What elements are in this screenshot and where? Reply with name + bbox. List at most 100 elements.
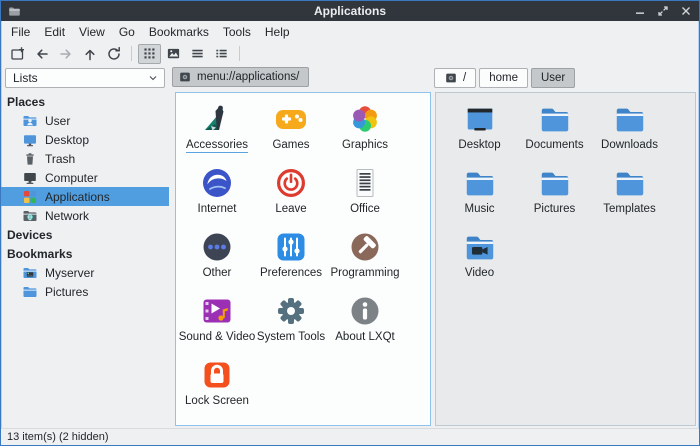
applications-icon <box>22 189 38 205</box>
folder-item-documents[interactable]: Documents <box>517 99 592 163</box>
menu-edit[interactable]: Edit <box>37 23 72 41</box>
folder-item-desktop[interactable]: Desktop <box>442 99 517 163</box>
user-folder-icon <box>22 113 38 129</box>
window-title: Applications <box>1 4 699 18</box>
folder-item-pictures[interactable]: Pictures <box>517 163 592 227</box>
sidebar-item-pictures[interactable]: Pictures <box>1 282 169 301</box>
icon-view-button[interactable] <box>138 44 161 64</box>
thumbnail-view-icon <box>166 46 181 61</box>
folder-item-music[interactable]: Music <box>442 163 517 227</box>
thumbnail-view-button[interactable] <box>162 44 185 64</box>
menu-bookmarks[interactable]: Bookmarks <box>142 23 216 41</box>
up-button[interactable] <box>78 44 101 64</box>
menu-view[interactable]: View <box>72 23 112 41</box>
system-tools-icon <box>273 293 309 329</box>
app-item-other[interactable]: Other <box>180 225 254 289</box>
sidebar-item-desktop[interactable]: Desktop <box>1 130 169 149</box>
desktop-folder-icon <box>463 103 497 137</box>
icon-view-icon <box>142 46 157 61</box>
app-item-sound-video[interactable]: Sound & Video <box>180 289 254 353</box>
toolbar <box>1 42 699 65</box>
breadcrumb-user[interactable]: User <box>531 68 575 88</box>
main-area: Places User Desktop <box>1 90 699 428</box>
menubar: File Edit View Go Bookmarks Tools Help <box>1 21 699 42</box>
chevron-down-icon <box>147 72 159 84</box>
internet-icon <box>199 165 235 201</box>
accessories-icon <box>199 101 235 137</box>
compact-list-view-icon <box>214 46 229 61</box>
server-folder-icon <box>22 265 38 281</box>
back-button[interactable] <box>30 44 53 64</box>
app-item-lock-screen[interactable]: Lock Screen <box>180 353 254 417</box>
status-text: 13 item(s) (2 hidden) <box>7 431 109 443</box>
minimize-button[interactable] <box>634 5 646 17</box>
menu-help[interactable]: Help <box>258 23 297 41</box>
preferences-icon <box>273 229 309 265</box>
breadcrumb-home[interactable]: home <box>479 68 528 88</box>
places-header: Places <box>1 92 169 111</box>
sidebar-mode-value: Lists <box>13 71 38 85</box>
sidebar-item-myserver[interactable]: Myserver <box>1 263 169 282</box>
network-icon <box>22 208 38 224</box>
toolbar-separator <box>239 46 240 61</box>
up-icon <box>82 46 98 62</box>
app-item-system-tools[interactable]: System Tools <box>254 289 328 353</box>
statusbar: 13 item(s) (2 hidden) <box>1 428 699 445</box>
new-tab-icon <box>10 46 26 62</box>
forward-button[interactable] <box>54 44 77 64</box>
sidebar-item-network[interactable]: Network <box>1 206 169 225</box>
folder-item-video[interactable]: Video <box>442 227 517 291</box>
restore-button[interactable] <box>657 5 669 17</box>
menu-go[interactable]: Go <box>112 23 142 41</box>
app-item-games[interactable]: Games <box>254 97 328 161</box>
tab-menu-applications[interactable]: menu://applications/ <box>172 67 309 87</box>
desktop-icon <box>22 132 38 148</box>
sidebar-item-applications[interactable]: Applications <box>1 187 169 206</box>
back-icon <box>34 46 50 62</box>
folder-item-templates[interactable]: Templates <box>592 163 667 227</box>
app-item-preferences[interactable]: Preferences <box>254 225 328 289</box>
sidebar-item-user[interactable]: User <box>1 111 169 130</box>
compact-list-view-button[interactable] <box>210 44 233 64</box>
home-pane: Desktop Documents Downloads Music Pictur… <box>435 92 696 426</box>
video-folder-icon <box>463 231 497 265</box>
forward-icon <box>58 46 74 62</box>
app-item-about-lxqt[interactable]: About LXQt <box>328 289 402 353</box>
lock-screen-icon <box>199 357 235 393</box>
folder-icon <box>538 167 572 201</box>
reload-button[interactable] <box>102 44 125 64</box>
graphics-icon <box>347 101 383 137</box>
sidebar-item-computer[interactable]: Computer <box>1 168 169 187</box>
file-manager-window: Applications File Edit View Go Bookmarks… <box>0 0 700 446</box>
titlebar[interactable]: Applications <box>1 1 699 21</box>
trash-icon <box>22 151 38 167</box>
new-tab-button[interactable] <box>6 44 29 64</box>
places-sidebar: Places User Desktop <box>1 90 169 428</box>
games-icon <box>273 101 309 137</box>
sidebar-mode-select[interactable]: Lists <box>5 68 165 88</box>
app-item-accessories[interactable]: Accessories <box>180 97 254 161</box>
folder-icon <box>538 103 572 137</box>
breadcrumb-root[interactable]: / <box>434 68 476 88</box>
folder-icon <box>613 103 647 137</box>
sidebar-item-trash[interactable]: Trash <box>1 149 169 168</box>
path-row: Lists menu://applications/ / home User <box>1 65 699 90</box>
close-button[interactable] <box>680 5 692 17</box>
computer-icon <box>22 170 38 186</box>
drive-icon <box>444 71 458 85</box>
office-icon <box>347 165 383 201</box>
window-icon <box>8 5 21 18</box>
folder-icon <box>613 167 647 201</box>
detailed-list-view-button[interactable] <box>186 44 209 64</box>
app-item-office[interactable]: Office <box>328 161 402 225</box>
app-item-leave[interactable]: Leave <box>254 161 328 225</box>
menu-file[interactable]: File <box>4 23 37 41</box>
detailed-list-view-icon <box>190 46 205 61</box>
reload-icon <box>106 46 122 62</box>
folder-item-downloads[interactable]: Downloads <box>592 99 667 163</box>
app-item-graphics[interactable]: Graphics <box>328 97 402 161</box>
bookmarks-header: Bookmarks <box>1 244 169 263</box>
app-item-internet[interactable]: Internet <box>180 161 254 225</box>
app-item-programming[interactable]: Programming <box>328 225 402 289</box>
menu-tools[interactable]: Tools <box>216 23 258 41</box>
